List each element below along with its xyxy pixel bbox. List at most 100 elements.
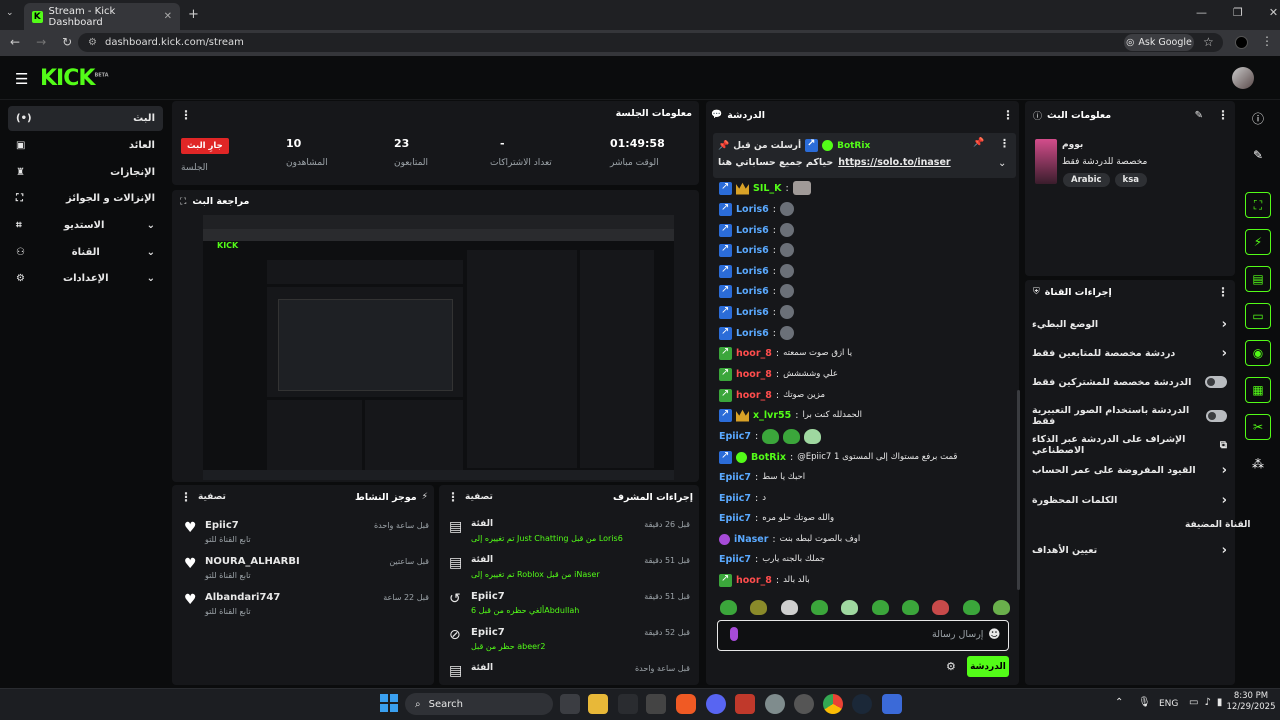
- bookmark-star-icon[interactable]: ☆: [1203, 35, 1214, 49]
- edit-rail-icon[interactable]: ✎: [1245, 142, 1271, 168]
- followers-only-row[interactable]: دردشة مخصصة للمتابعين فقط ›: [1032, 346, 1227, 361]
- ask-google-button[interactable]: ◎ Ask Google: [1124, 34, 1194, 51]
- reload-icon[interactable]: ↻: [62, 35, 72, 49]
- app-icon[interactable]: [882, 694, 902, 714]
- task-view-icon[interactable]: [560, 694, 580, 714]
- more-options-icon[interactable]: ⋮: [1002, 108, 1014, 122]
- sidebar-item-achievements[interactable]: ♜ الإنجازات: [8, 160, 163, 185]
- sidebar-item-drops[interactable]: ⛶ الإنزالات و الجوائز: [8, 186, 163, 211]
- forward-icon[interactable]: →: [36, 35, 46, 49]
- chat-username[interactable]: hoor_8: [736, 575, 772, 586]
- chat-username[interactable]: iNaser: [734, 534, 768, 545]
- people-rail-icon[interactable]: ⁂: [1245, 451, 1271, 477]
- new-tab-icon[interactable]: +: [188, 7, 199, 22]
- chat-username[interactable]: Loris6: [736, 328, 769, 339]
- steam-icon[interactable]: [852, 694, 872, 714]
- emote-icon[interactable]: [750, 600, 768, 615]
- kick-logo[interactable]: KICKBETA: [40, 66, 109, 91]
- chat-username[interactable]: Epiic7: [719, 513, 751, 524]
- chat-username[interactable]: SIL_K: [753, 183, 782, 194]
- emote-icon[interactable]: [992, 600, 1010, 615]
- activity-user[interactable]: Albandari747: [205, 592, 280, 603]
- send-chat-button[interactable]: الدردشة: [967, 656, 1009, 677]
- emoji-picker-icon[interactable]: ☻: [988, 627, 1001, 641]
- sidebar-item-stream[interactable]: (•) البث: [8, 106, 163, 131]
- more-options-icon[interactable]: ⋮: [1217, 285, 1229, 299]
- close-window-icon[interactable]: ✕: [1269, 6, 1278, 19]
- windows-start-icon[interactable]: [380, 694, 398, 712]
- broadcast-rail-icon[interactable]: ◉: [1245, 340, 1271, 366]
- chat-username[interactable]: Loris6: [736, 307, 769, 318]
- chat-username[interactable]: hoor_8: [736, 348, 772, 359]
- microphone-icon[interactable]: 🎙: [1138, 697, 1151, 708]
- mod-action-title[interactable]: Epiic7: [471, 591, 505, 602]
- more-options-icon[interactable]: ⋮: [180, 108, 192, 122]
- tray-expand-icon[interactable]: ⌃: [1115, 697, 1123, 708]
- chat-username[interactable]: Epiic7: [719, 431, 751, 442]
- filter-button[interactable]: تصفية: [198, 492, 226, 502]
- tool-rail-icon[interactable]: ✂: [1245, 414, 1271, 440]
- info-rail-icon[interactable]: ⓘ: [1245, 105, 1271, 131]
- chat-username[interactable]: Epiic7: [719, 472, 751, 483]
- ai-moderation-row[interactable]: الإشراف على الدردشة عبر الذكاء الاصطناعي…: [1032, 434, 1227, 456]
- site-info-icon[interactable]: ⚙: [88, 37, 97, 48]
- filter-button[interactable]: تصفية: [465, 492, 493, 502]
- subscribers-only-toggle[interactable]: [1205, 376, 1227, 388]
- banned-words-row[interactable]: الكلمات المحظورة ›: [1032, 493, 1227, 508]
- chat-username[interactable]: Loris6: [736, 225, 769, 236]
- capture-rail-icon[interactable]: ⛶: [1245, 192, 1271, 218]
- emote-icon[interactable]: [841, 600, 859, 615]
- taskbar-clock[interactable]: 8:30 PM 12/29/2025: [1226, 691, 1276, 713]
- profile-icon[interactable]: [1235, 36, 1248, 49]
- chat-username[interactable]: Loris6: [736, 245, 769, 256]
- app-icon[interactable]: [794, 694, 814, 714]
- chat-username[interactable]: x_lvr55: [753, 410, 791, 421]
- tag-chip[interactable]: ksa: [1114, 173, 1147, 187]
- user-avatar[interactable]: [1232, 67, 1254, 89]
- more-options-icon[interactable]: ⋮: [447, 490, 459, 504]
- sidebar-item-revenue[interactable]: ▣ العائد: [8, 133, 163, 158]
- pinned-link[interactable]: https://solo.to/inaser: [838, 157, 950, 168]
- chat-username[interactable]: hoor_8: [736, 369, 772, 380]
- browser-menu-icon[interactable]: ⋮: [1261, 34, 1273, 48]
- app-icon[interactable]: [646, 694, 666, 714]
- maximize-icon[interactable]: ❐: [1233, 6, 1243, 19]
- document-rail-icon[interactable]: ▤: [1245, 266, 1271, 292]
- chat-username[interactable]: Loris6: [736, 266, 769, 277]
- chevron-down-icon[interactable]: ⌄: [998, 158, 1006, 169]
- emotes-only-toggle[interactable]: [1206, 410, 1227, 422]
- unpin-icon[interactable]: 📌: [973, 138, 984, 148]
- sidebar-item-studio[interactable]: ⌗ الاستديو ⌄: [8, 213, 163, 238]
- file-explorer-icon[interactable]: [588, 694, 608, 714]
- chat-username[interactable]: BotRix: [751, 452, 786, 463]
- stream-preview-video[interactable]: KICK: [203, 215, 674, 480]
- sidebar-item-settings[interactable]: ⚙ الإعدادات ⌄: [8, 266, 163, 291]
- chat-username[interactable]: Epiic7: [719, 493, 751, 504]
- emote-icon[interactable]: [932, 600, 950, 615]
- app-icon[interactable]: [618, 694, 638, 714]
- emote-icon[interactable]: [871, 600, 889, 615]
- taskbar-search[interactable]: ⌕ Search: [405, 693, 553, 715]
- layout-rail-icon[interactable]: ▦: [1245, 377, 1271, 403]
- chat-rail-icon[interactable]: ▭: [1245, 303, 1271, 329]
- more-options-icon[interactable]: ⋮: [1217, 108, 1229, 122]
- back-icon[interactable]: ←: [10, 35, 20, 49]
- more-options-icon[interactable]: ⋮: [180, 490, 192, 504]
- discord-icon[interactable]: [706, 694, 726, 714]
- edit-icon[interactable]: ✎: [1195, 110, 1203, 121]
- language-indicator[interactable]: ENG: [1159, 699, 1178, 709]
- mod-action-title[interactable]: Epiic7: [471, 627, 505, 638]
- account-age-row[interactable]: القيود المفروضة على عمر الحساب ›: [1032, 463, 1227, 478]
- chat-username[interactable]: hoor_8: [736, 390, 772, 401]
- pinned-user[interactable]: BotRix: [837, 141, 870, 151]
- chat-username[interactable]: Epiic7: [719, 554, 751, 565]
- tag-chip[interactable]: Arabic: [1063, 173, 1110, 187]
- minimize-icon[interactable]: —: [1196, 6, 1207, 19]
- activity-user[interactable]: NOURA_ALHARBI: [205, 556, 300, 567]
- activity-user[interactable]: Epiic7: [205, 520, 239, 531]
- bolt-rail-icon[interactable]: ⚡: [1245, 229, 1271, 255]
- tab-close-icon[interactable]: ✕: [164, 11, 172, 22]
- settings-icon[interactable]: [765, 694, 785, 714]
- chat-username[interactable]: Loris6: [736, 286, 769, 297]
- emote-icon[interactable]: [810, 600, 828, 615]
